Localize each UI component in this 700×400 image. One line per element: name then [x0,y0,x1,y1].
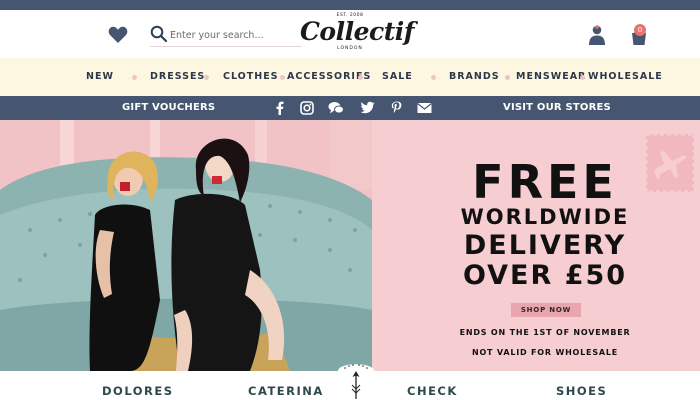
twitter-icon[interactable] [361,101,375,115]
collectif-logo[interactable]: EST. 2008 Collectif LONDON [300,12,415,58]
promo-wholesale-note: NOT VALID FOR WHOLESALE [471,348,619,357]
logo-city: LONDON [337,46,363,51]
nav-item-clothes[interactable]: CLOTHES [223,58,279,96]
search-bar [150,23,302,47]
main-nav: NEW DRESSES CLOTHES ACCESSORIES SALE BRA… [0,58,700,96]
promo-headline-delivery: DELIVERY [463,230,627,261]
nav-item-brands[interactable]: BRANDS [449,58,500,96]
nav-separator [132,75,137,80]
visit-our-stores-link[interactable]: VISIT OUR STORES [503,96,611,120]
cart-count-badge: 0 [634,24,646,36]
nav-item-wholesale[interactable]: WHOLESALE [588,58,663,96]
nav-item-new[interactable]: NEW [86,58,114,96]
gift-vouchers-link[interactable]: GIFT VOUCHERS [122,96,215,120]
nav-separator [280,75,285,80]
nav-separator [505,75,510,80]
nav-separator [204,75,209,80]
promo-end-date: ENDS ON THE 1ST OF NOVEMBER [459,328,631,337]
top-strip [0,0,700,10]
category-shoes[interactable]: SHOES [556,384,607,398]
nav-separator [358,75,363,80]
pinterest-icon[interactable] [391,101,402,115]
category-caterina[interactable]: CATERINA [248,384,324,398]
nav-item-sale[interactable]: SALE [382,58,413,96]
shop-now-button[interactable]: SHOP NOW [511,303,581,317]
promo-headline-worldwide: WORLDWIDE [460,205,630,229]
logo-wordmark: Collectif [300,17,415,46]
nav-item-menswear[interactable]: MENSWEAR [516,58,586,96]
category-dolores[interactable]: DOLORES [102,384,174,398]
promo-headline-threshold: OVER £50 [462,260,628,291]
sub-bar: GIFT VOUCHERS VISIT OUR STORES [0,96,700,120]
site-header: EST. 2008 Collectif LONDON 0 [0,10,700,58]
instagram-icon[interactable] [300,101,314,115]
promo-panel: FREE WORLDWIDE DELIVERY OVER £50 SHOP NO… [372,120,700,371]
nav-separator [580,75,585,80]
category-check[interactable]: CHECK [407,384,458,398]
hero-photo-illustration [0,120,372,371]
nav-separator [431,75,436,80]
heart-icon[interactable] [108,26,128,44]
promo-headline-free: FREE [472,155,618,209]
search-icon[interactable] [150,25,168,43]
email-icon[interactable] [417,101,432,115]
search-input[interactable] [170,25,300,45]
hero-image[interactable] [0,120,372,371]
chat-icon[interactable] [328,101,344,115]
user-icon[interactable] [588,24,606,46]
arrow-badge-icon [338,364,374,400]
nav-item-dresses[interactable]: DRESSES [150,58,205,96]
facebook-icon[interactable] [275,101,284,115]
